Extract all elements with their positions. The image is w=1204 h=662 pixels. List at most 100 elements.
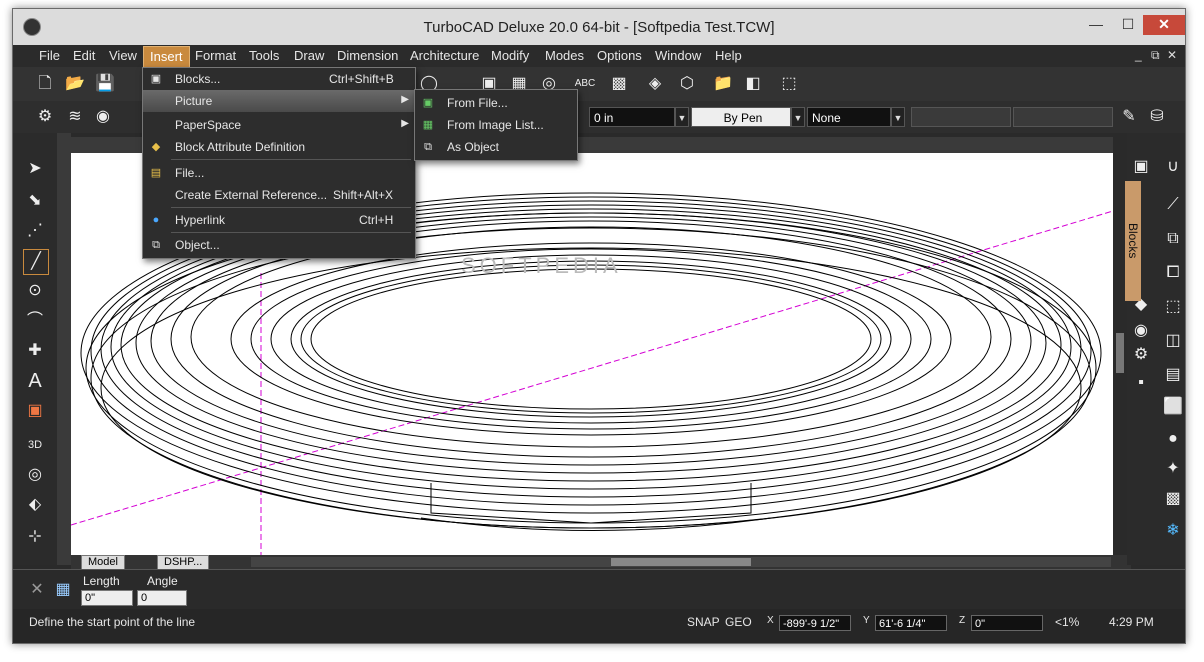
new-file-icon[interactable]: 🗋 xyxy=(33,72,57,96)
menu-tools[interactable]: Tools xyxy=(249,48,279,63)
line-tool-icon[interactable]: ╱ xyxy=(23,249,49,275)
menu-item-block-attribute[interactable]: ◆ Block Attribute Definition xyxy=(143,136,415,158)
menu-architecture[interactable]: Architecture xyxy=(410,48,479,63)
menu-dimension[interactable]: Dimension xyxy=(337,48,398,63)
menu-modify[interactable]: Modify xyxy=(491,48,529,63)
arc-icon[interactable]: ⌒ xyxy=(23,309,47,333)
snap-icon[interactable]: ⬡ xyxy=(675,72,699,96)
pen-icon[interactable]: ✎ xyxy=(1117,105,1141,129)
blocks-tab[interactable]: Blocks xyxy=(1125,181,1141,301)
node-icon[interactable]: ✚ xyxy=(23,339,47,363)
visibility-icon[interactable]: ◉ xyxy=(91,105,115,129)
paint-bucket-icon[interactable]: ◈ xyxy=(643,72,667,96)
empty-dropdown-2[interactable] xyxy=(1013,107,1113,127)
length-input[interactable]: 0" xyxy=(81,590,133,606)
menu-file[interactable]: File xyxy=(39,48,60,63)
sphere-icon[interactable]: ● xyxy=(1161,427,1185,451)
close-button[interactable]: ✕ xyxy=(1143,15,1185,35)
menu-insert[interactable]: Insert xyxy=(143,46,190,69)
3d-icon[interactable]: 3D xyxy=(23,433,47,457)
design-director-icon[interactable]: ◧ xyxy=(741,72,765,96)
h-scroll-thumb[interactable] xyxy=(611,558,751,566)
pen-style-field[interactable]: By Pen xyxy=(691,107,791,127)
box-icon[interactable]: ⬜ xyxy=(1161,395,1185,419)
circle-icon[interactable]: ⊙ xyxy=(23,279,47,303)
move-icon[interactable]: ⧉ xyxy=(1161,227,1185,251)
doc-minimize-button[interactable]: _ xyxy=(1135,48,1142,62)
menu-item-file[interactable]: ▤ File... xyxy=(143,162,415,184)
menu-separator xyxy=(171,207,411,208)
as-object-icon: ⧉ xyxy=(424,141,432,153)
block-settings-icon[interactable]: ⚙ xyxy=(1129,343,1153,367)
snap-toggle[interactable]: SNAP xyxy=(687,615,720,629)
array-icon[interactable]: ⬚ xyxy=(1161,295,1185,319)
modify-icon[interactable]: ⬖ xyxy=(23,493,47,517)
menu-draw[interactable]: Draw xyxy=(294,48,324,63)
menu-item-object[interactable]: ⧉ Object... xyxy=(143,234,415,256)
pattern-field[interactable]: None xyxy=(807,107,891,127)
open-folder-icon[interactable]: 📂 xyxy=(63,72,87,96)
gear-icon[interactable]: ⚙ xyxy=(33,105,57,129)
thickness-dropdown-icon[interactable]: ▼ xyxy=(675,107,689,127)
menu-help[interactable]: Help xyxy=(715,48,742,63)
pen-style-dropdown-icon[interactable]: ▼ xyxy=(791,107,805,127)
pattern-dropdown-icon[interactable]: ▼ xyxy=(891,107,905,127)
thickness-field[interactable]: 0 in xyxy=(589,107,675,127)
angle-input[interactable]: 0 xyxy=(137,590,187,606)
target-icon[interactable]: ◎ xyxy=(23,463,47,487)
maximize-button[interactable]: ☐ xyxy=(1113,15,1143,35)
menu-item-from-file[interactable]: ▣ From File... xyxy=(415,92,577,114)
geo-toggle[interactable]: GEO xyxy=(725,615,752,629)
menu-item-from-image-list[interactable]: ▦ From Image List... xyxy=(415,114,577,136)
block-view-icon[interactable]: ▪ xyxy=(1129,371,1153,395)
menu-window[interactable]: Window xyxy=(655,48,701,63)
stack-icon[interactable]: ⛁ xyxy=(1145,105,1169,129)
measure-icon[interactable]: ⊹ xyxy=(23,525,47,549)
empty-dropdown-1[interactable] xyxy=(911,107,1011,127)
light-icon[interactable]: ✦ xyxy=(1161,457,1185,481)
horizontal-scrollbar[interactable] xyxy=(251,557,1111,567)
menu-item-external-reference[interactable]: Create External Reference... Shift+Alt+X xyxy=(143,184,415,206)
menu-item-as-object[interactable]: ⧉ As Object xyxy=(415,136,577,158)
menu-modes[interactable]: Modes xyxy=(545,48,584,63)
mirror-icon[interactable]: ◫ xyxy=(1161,329,1185,353)
layers-icon[interactable]: ≋ xyxy=(63,105,87,129)
block-edit-icon[interactable]: ◉ xyxy=(1129,319,1153,343)
selector-icon[interactable]: ⬚ xyxy=(777,72,801,96)
fill-icon[interactable]: ▣ xyxy=(23,399,47,423)
minimize-button[interactable]: — xyxy=(1081,15,1111,35)
menu-bar: File Edit View Insert Format Tools Draw … xyxy=(13,45,1185,69)
point-select-icon[interactable]: ⬊ xyxy=(23,189,47,213)
zoom-level: <1% xyxy=(1055,615,1080,629)
menu-item-picture[interactable]: Picture ▶ xyxy=(143,90,415,112)
menu-item-hyperlink[interactable]: ● Hyperlink Ctrl+H xyxy=(143,209,415,231)
explorer-icon[interactable]: 📁 xyxy=(711,72,735,96)
doc-restore-button[interactable]: ⧉ xyxy=(1151,48,1160,63)
block-panel-icon[interactable]: ▣ xyxy=(1129,155,1153,179)
scroll-thumb[interactable] xyxy=(1116,333,1124,373)
grid-icon[interactable]: ▩ xyxy=(607,72,631,96)
menu-item-blocks[interactable]: ▣ Blocks... Ctrl+Shift+B xyxy=(143,68,415,90)
x-coordinate[interactable]: -899'-9 1/2" xyxy=(779,615,851,631)
menu-item-paperspace[interactable]: PaperSpace ▶ xyxy=(143,114,415,136)
z-coord-icon: Z xyxy=(959,615,966,626)
point-icon[interactable]: ⋰ xyxy=(23,219,47,243)
table-icon[interactable]: ▤ xyxy=(1161,363,1185,387)
save-icon[interactable]: 💾 xyxy=(93,72,117,96)
wand-icon[interactable]: ⟋ xyxy=(1161,193,1185,217)
cancel-icon[interactable]: ✕ xyxy=(25,578,49,602)
magnet-icon[interactable]: ∪ xyxy=(1161,155,1185,179)
menu-format[interactable]: Format xyxy=(195,48,236,63)
doc-close-button[interactable]: ✕ xyxy=(1167,48,1177,62)
menu-edit[interactable]: Edit xyxy=(73,48,95,63)
menu-view[interactable]: View xyxy=(109,48,137,63)
copy-icon[interactable]: ⧠ xyxy=(1161,261,1185,285)
snowflake-icon[interactable]: ❄ xyxy=(1161,519,1185,543)
y-coordinate[interactable]: 61'-6 1/4" xyxy=(875,615,947,631)
select-arrow-icon[interactable]: ➤ xyxy=(23,157,47,181)
cube-icon[interactable]: ▩ xyxy=(1161,487,1185,511)
menu-options[interactable]: Options xyxy=(597,48,642,63)
calculator-icon[interactable]: ▦ xyxy=(51,578,75,602)
z-coordinate[interactable]: 0" xyxy=(971,615,1043,631)
text-tool-icon[interactable]: A xyxy=(23,369,47,393)
